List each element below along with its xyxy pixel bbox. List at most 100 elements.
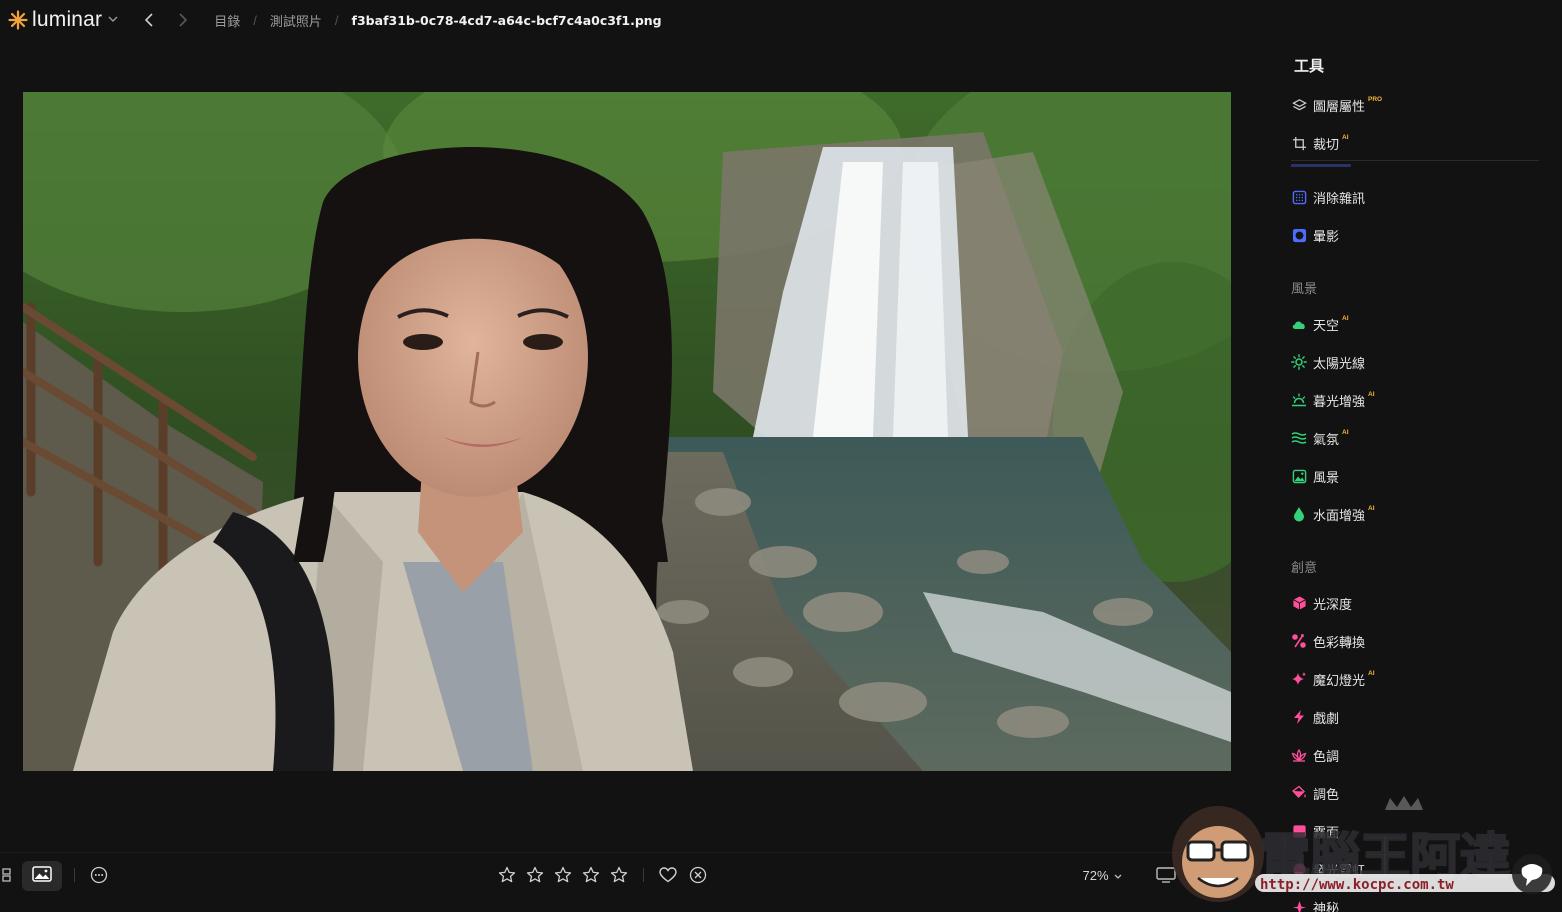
sun-icon <box>1291 354 1307 370</box>
matte-icon <box>1291 823 1307 839</box>
sparkle-icon <box>1291 671 1307 687</box>
chevron-down-icon <box>1114 868 1122 883</box>
ai-badge: AI <box>1368 669 1375 677</box>
breadcrumb-catalog[interactable]: 目錄 <box>214 11 240 30</box>
tool-matte[interactable]: 霧面 <box>1291 820 1339 842</box>
compare-icon[interactable] <box>1194 861 1218 889</box>
layers-icon <box>1291 97 1307 113</box>
neon-icon <box>1291 861 1307 877</box>
star-icon[interactable] <box>553 861 573 889</box>
monitor-icon[interactable] <box>1154 861 1178 889</box>
more-options-icon[interactable] <box>88 861 110 889</box>
tool-label: 調色 <box>1313 786 1340 802</box>
tool-golden-hour[interactable]: 暮光增強 AI <box>1291 389 1375 411</box>
zoom-value: 72% <box>1082 867 1109 883</box>
app-name: luminar <box>32 8 103 31</box>
tool-sky[interactable]: 天空 AI <box>1291 313 1349 335</box>
luminar-logo-icon <box>8 10 28 30</box>
bolt-icon <box>1291 709 1307 725</box>
back-icon[interactable] <box>140 11 158 29</box>
ai-badge: AI <box>1368 504 1375 512</box>
bottom-toolbar: 72% <box>0 852 1258 912</box>
breadcrumb-separator: / <box>334 12 339 28</box>
tool-layer-properties[interactable]: 圖層屬性 PRO <box>1291 94 1382 116</box>
image-canvas[interactable] <box>0 40 1258 852</box>
tool-atmosphere[interactable]: 氣氛 AI <box>1291 427 1349 449</box>
tool-label: 色調 <box>1313 748 1340 764</box>
top-bar: luminar 目錄 / 測試照片 / f3baf31b-0c78-4cd7-a… <box>0 0 1562 40</box>
tool-label: 戲劇 <box>1313 710 1340 726</box>
star-icon[interactable] <box>497 861 517 889</box>
ai-badge: AI <box>1342 133 1349 141</box>
star-icon[interactable] <box>525 861 545 889</box>
tool-label: 色彩轉換 <box>1313 634 1366 650</box>
cloud-icon <box>1291 316 1307 332</box>
tool-mystic[interactable]: 神秘 <box>1291 896 1339 912</box>
ai-badge: AI <box>1368 390 1375 398</box>
tool-water-enhancer[interactable]: 水面增強 AI <box>1291 503 1375 525</box>
photo-preview[interactable] <box>23 92 1231 771</box>
ai-badge: AI <box>1342 314 1349 322</box>
landscape-icon <box>1291 468 1307 484</box>
tool-landscape[interactable]: 風景 <box>1291 465 1339 487</box>
tool-label: 水面增強 <box>1313 507 1366 523</box>
tool-mystical-glow[interactable]: 魔幻燈光 AI <box>1291 668 1375 690</box>
scroll-peek <box>1291 164 1351 167</box>
tool-label: 風景 <box>1313 469 1340 485</box>
tool-label: 氣氛 <box>1313 431 1340 447</box>
tools-panel: 工具 圖層屬性 PRO 裁切 AI 消除雜訊 暈影 風景 天空 AI 太陽光線 … <box>1262 40 1562 912</box>
tool-color-grading[interactable]: 調色 <box>1291 782 1339 804</box>
ai-badge: AI <box>1342 428 1349 436</box>
tool-label: 圖層屬性 <box>1313 98 1366 114</box>
tool-label: 消除雜訊 <box>1313 190 1366 206</box>
section-creative: 創意 <box>1291 560 1318 575</box>
tool-crop[interactable]: 裁切 AI <box>1291 132 1349 154</box>
star-icon[interactable] <box>581 861 601 889</box>
app-logo[interactable]: luminar <box>8 8 118 32</box>
tool-label: 暮光增強 <box>1313 393 1366 409</box>
cube-icon <box>1291 595 1307 611</box>
section-landscape: 風景 <box>1291 281 1318 296</box>
tool-label: 發光霓虹 <box>1313 862 1366 878</box>
single-view-button[interactable] <box>22 861 62 891</box>
crop-icon <box>1291 135 1307 151</box>
tool-label: 太陽光線 <box>1313 355 1366 371</box>
tool-label: 霧面 <box>1313 824 1340 840</box>
tool-light-depth[interactable]: 光深度 <box>1291 592 1352 614</box>
tool-dramatic[interactable]: 戲劇 <box>1291 706 1339 728</box>
star-icon[interactable] <box>609 861 629 889</box>
breadcrumb-filename: f3baf31b-0c78-4cd7-a64c-bcf7c4a0c3f1.png <box>351 12 662 28</box>
tool-sunrays[interactable]: 太陽光線 <box>1291 351 1365 373</box>
tool-color-transfer[interactable]: 色彩轉換 <box>1291 630 1365 652</box>
panel-divider <box>1291 160 1539 161</box>
drop-icon <box>1291 506 1307 522</box>
tool-tone[interactable]: 色調 <box>1291 744 1339 766</box>
panel-title: 工具 <box>1294 58 1325 75</box>
vignette-icon <box>1291 227 1307 243</box>
tool-glow-neon[interactable]: 發光霓虹 <box>1291 858 1365 880</box>
mystic-icon <box>1291 899 1307 912</box>
toolbar-divider <box>74 868 75 882</box>
tool-label: 暈影 <box>1313 228 1340 244</box>
tool-label: 天空 <box>1313 317 1340 333</box>
tool-denoise[interactable]: 消除雜訊 <box>1291 186 1365 208</box>
lotus-icon <box>1291 747 1307 763</box>
breadcrumb-folder[interactable]: 測試照片 <box>270 11 322 30</box>
sunset-icon <box>1291 392 1307 408</box>
tool-label: 魔幻燈光 <box>1313 672 1366 688</box>
zoom-dropdown[interactable]: 72% <box>1078 861 1126 889</box>
waves-icon <box>1291 430 1307 446</box>
breadcrumb: 目錄 / 測試照片 / f3baf31b-0c78-4cd7-a64c-bcf7… <box>214 11 661 30</box>
image-icon <box>32 865 52 887</box>
grid-view-icon[interactable] <box>0 861 14 889</box>
favorite-heart-icon[interactable] <box>657 861 679 889</box>
toolbar-divider <box>643 868 644 882</box>
tool-vignette[interactable]: 暈影 <box>1291 224 1339 246</box>
reject-icon[interactable] <box>687 861 709 889</box>
pro-badge: PRO <box>1368 95 1383 103</box>
forward-icon[interactable] <box>174 11 192 29</box>
tool-label: 神秘 <box>1313 900 1340 912</box>
noise-icon <box>1291 189 1307 205</box>
eye-icon[interactable] <box>1234 861 1256 889</box>
breadcrumb-separator: / <box>253 12 257 28</box>
